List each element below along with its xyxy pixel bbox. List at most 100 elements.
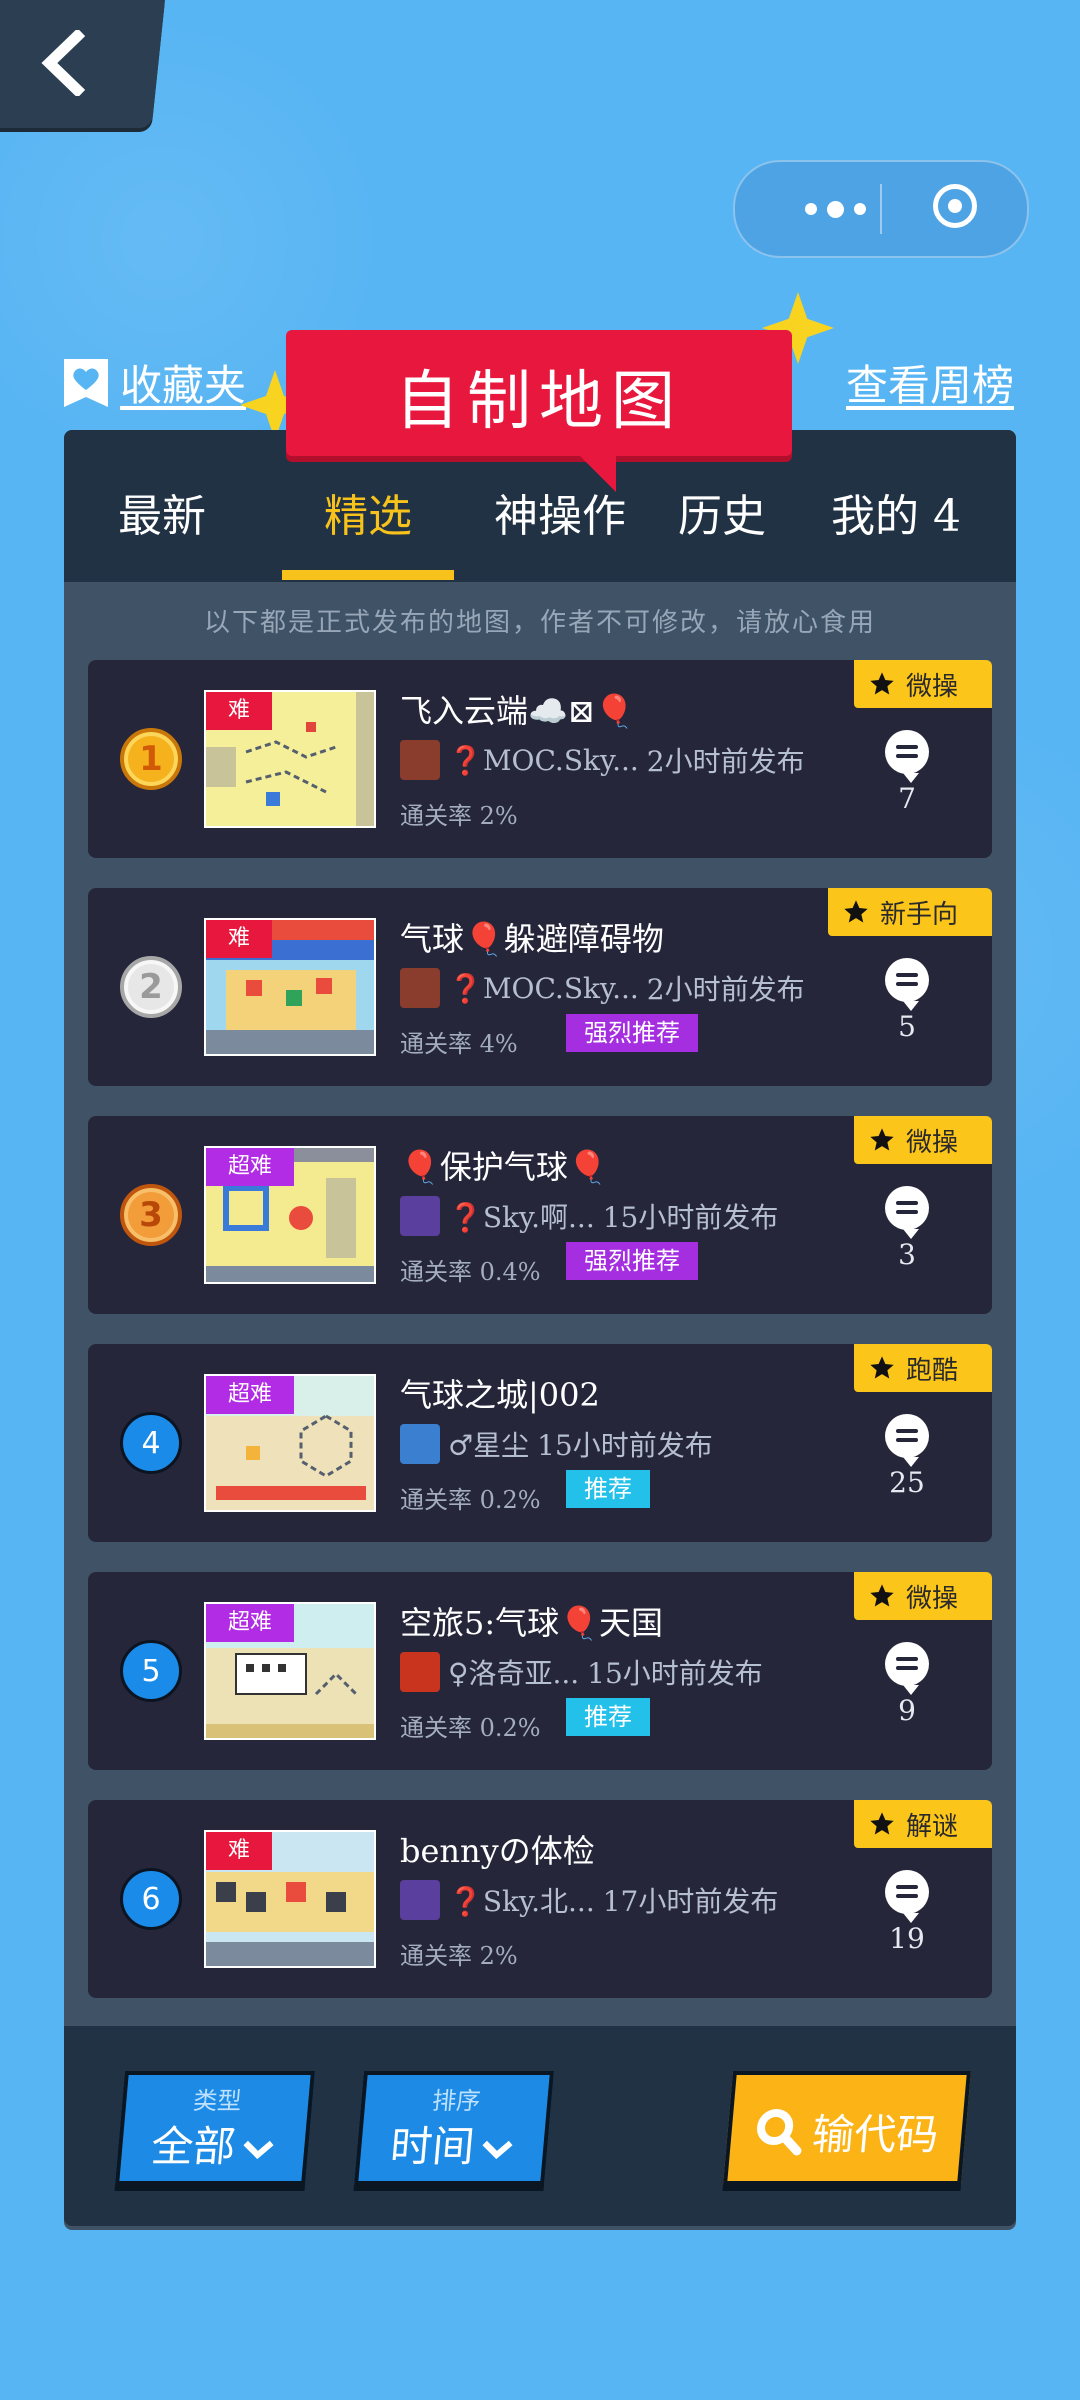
- comment-count-value: 19: [889, 1922, 925, 1955]
- type-filter-label: 类型: [192, 2087, 243, 2115]
- star-icon: [870, 1812, 894, 1835]
- difficulty-badge: 难: [206, 920, 273, 958]
- map-card[interactable]: 4 超难 气球之城|002 ♂星尘 15小时前发布 通关率 0.2% 推荐 跑酷…: [88, 1344, 992, 1542]
- pass-rate: 通关率 2%: [400, 1942, 518, 1970]
- star-icon: [870, 1356, 894, 1379]
- map-author-row: ❓Sky.北... 17小时前发布: [400, 1880, 778, 1920]
- comment-count-value: 9: [898, 1694, 916, 1727]
- author-name: ❓Sky.啊...: [448, 1201, 595, 1234]
- author-name: ❓MOC.Sky...: [448, 971, 639, 1005]
- comment-icon: [885, 1870, 929, 1923]
- search-icon: [757, 2108, 802, 2155]
- tab-featured[interactable]: 精选: [282, 480, 454, 580]
- avatar: [400, 1880, 440, 1920]
- comment-icon: [885, 1642, 929, 1695]
- category-tag-label: 跑酷: [905, 1355, 958, 1386]
- comment-count-value: 25: [889, 1466, 925, 1499]
- publish-time: 15小时前发布: [537, 1429, 713, 1462]
- chevron-down-icon: [239, 2122, 277, 2171]
- difficulty-badge: 难: [206, 692, 273, 730]
- comment-count[interactable]: 25: [876, 1414, 938, 1499]
- title-banner: 自制地图: [286, 330, 792, 492]
- sort-filter-button[interactable]: 排序 时间: [354, 2071, 554, 2185]
- category-tag-label: 微操: [905, 1127, 958, 1158]
- miniprogram-capsule: [733, 160, 1029, 258]
- difficulty-badge: 超难: [206, 1604, 295, 1642]
- map-list-panel: 最新 精选 神操作 历史 我的 4 以下都是正式发布的地图，作者不可修改，请放心…: [64, 430, 1016, 2230]
- comment-count[interactable]: 19: [876, 1870, 938, 1955]
- weekly-ranking-link[interactable]: 查看周榜: [846, 352, 1014, 413]
- tab-mine[interactable]: 我的 4: [816, 480, 976, 580]
- rank-number: 4: [120, 1412, 182, 1474]
- category-tag: 微操: [853, 1572, 992, 1620]
- tab-history[interactable]: 历史: [664, 480, 780, 580]
- avatar: [400, 1652, 440, 1692]
- map-card[interactable]: 2 难 气球🎈躲避障碍物 ❓MOC.Sky... 2小时前发布 通关率 4% 强…: [88, 888, 992, 1086]
- comment-count[interactable]: 7: [876, 730, 938, 815]
- enter-code-label: 输代码: [810, 2110, 941, 2159]
- comment-icon: [885, 958, 929, 1011]
- category-tag: 解谜: [853, 1800, 992, 1848]
- pass-rate: 通关率 0.2%: [400, 1714, 541, 1742]
- author-name: ♀洛奇亚...: [448, 1657, 580, 1690]
- enter-code-button[interactable]: 输代码: [723, 2071, 971, 2185]
- pass-rate: 通关率 0.4%: [400, 1258, 541, 1286]
- category-tag: 微操: [853, 660, 992, 708]
- map-card[interactable]: 5 超难 空旅5:气球🎈天国 ♀洛奇亚... 15小时前发布 通关率 0.2%: [88, 1572, 992, 1770]
- tab-latest[interactable]: 最新: [104, 480, 220, 580]
- map-author-row: ❓MOC.Sky... 2小时前发布: [400, 740, 805, 780]
- type-filter-value-row: 全部: [120, 2113, 307, 2174]
- comment-count[interactable]: 5: [876, 958, 938, 1043]
- active-tab-underline: [282, 570, 454, 580]
- rank-medal-silver: 2: [120, 956, 182, 1018]
- difficulty-badge: 超难: [206, 1148, 295, 1186]
- back-button[interactable]: [0, 0, 165, 128]
- pass-rate: 通关率 4%: [400, 1030, 518, 1058]
- recommend-badge: 强烈推荐: [566, 1242, 698, 1280]
- type-filter-value: 全部: [149, 2122, 238, 2171]
- map-thumbnail: 难: [204, 1830, 376, 1968]
- rank-number: 5: [120, 1640, 182, 1702]
- map-thumbnail: 难: [204, 690, 376, 828]
- difficulty-badge: 难: [206, 1832, 273, 1870]
- pass-rate: 通关率 2%: [400, 802, 518, 830]
- sort-filter-label: 排序: [431, 2087, 482, 2115]
- map-author-row: ❓MOC.Sky... 2小时前发布: [400, 968, 805, 1008]
- star-icon: [844, 900, 868, 923]
- category-tag: 新手向: [827, 888, 992, 936]
- comment-count-value: 7: [898, 782, 916, 815]
- notice-text: 以下都是正式发布的地图，作者不可修改，请放心食用: [203, 608, 876, 638]
- star-icon: [870, 1128, 894, 1151]
- recommend-badge: 推荐: [566, 1470, 650, 1508]
- avatar: [400, 1196, 440, 1236]
- map-card[interactable]: 6 难 bennyの体检 ❓Sky.北... 17小时前发布 通关率 2% 解谜…: [88, 1800, 992, 1998]
- category-tag: 跑酷: [853, 1344, 992, 1392]
- chevron-down-icon: [478, 2122, 516, 2171]
- rank-medal-bronze: 3: [120, 1184, 182, 1246]
- close-target-icon[interactable]: [933, 184, 977, 228]
- comment-icon: [885, 1414, 929, 1467]
- map-card[interactable]: 3 超难 🎈保护气球🎈 ❓Sky.啊... 15小时前发布 通关率 0.4% 强…: [88, 1116, 992, 1314]
- more-icon[interactable]: [775, 192, 895, 226]
- banner-tail: [576, 452, 616, 492]
- publish-time: 2小时前发布: [646, 973, 805, 1006]
- publish-time: 17小时前发布: [602, 1885, 779, 1918]
- category-tag-label: 新手向: [879, 899, 958, 930]
- recommend-badge: 推荐: [566, 1698, 650, 1736]
- pass-rate: 通关率 0.2%: [400, 1486, 541, 1514]
- map-card[interactable]: 1 难 飞入云端☁️⊠🎈 ❓MOC.Sky... 2小时前发布 通关率 2% 微…: [88, 660, 992, 858]
- publish-time: 2小时前发布: [646, 745, 805, 778]
- map-thumbnail: 超难: [204, 1146, 376, 1284]
- page-title: 自制地图: [395, 365, 683, 439]
- favorites-link[interactable]: 收藏夹: [62, 352, 246, 413]
- comment-count[interactable]: 9: [876, 1642, 938, 1727]
- rank-medal-gold: 1: [120, 728, 182, 790]
- tab-god-moves[interactable]: 神操作: [470, 480, 650, 580]
- comment-count[interactable]: 3: [876, 1186, 938, 1271]
- star-icon: [870, 672, 894, 695]
- type-filter-button[interactable]: 类型 全部: [115, 2071, 315, 2185]
- category-tag-label: 解谜: [905, 1811, 958, 1842]
- comment-count-value: 3: [898, 1238, 916, 1271]
- publish-time: 15小时前发布: [602, 1201, 779, 1234]
- avatar: [400, 740, 440, 780]
